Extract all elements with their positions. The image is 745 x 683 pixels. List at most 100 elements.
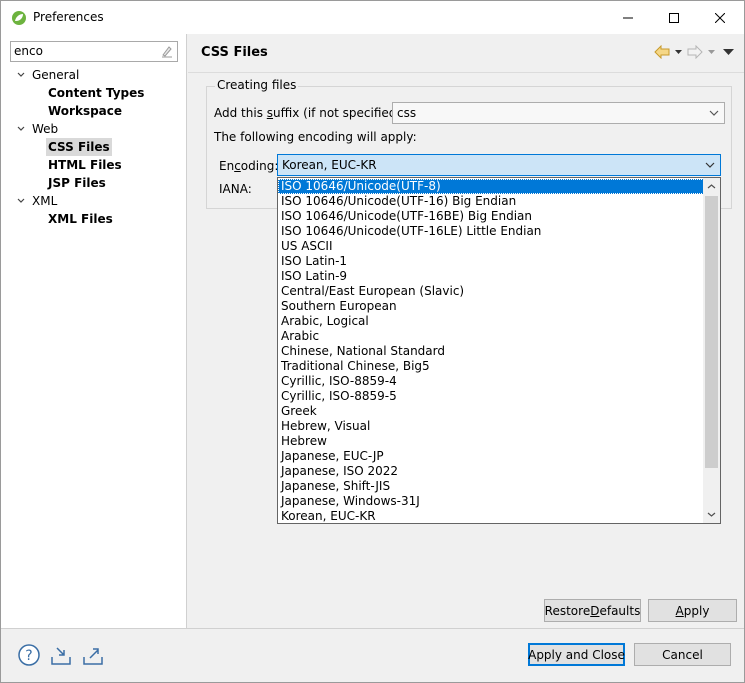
encoding-option[interactable]: Arabic	[278, 329, 704, 344]
encoding-option[interactable]: Southern European	[278, 299, 704, 314]
minimize-button[interactable]	[605, 1, 651, 34]
encoding-option[interactable]: Japanese, ISO 2022	[278, 464, 704, 479]
tree-item-label: Workspace	[48, 104, 123, 118]
maximize-button[interactable]	[651, 1, 697, 34]
apply-button[interactable]: Apply	[648, 599, 737, 622]
clear-filter-icon[interactable]	[160, 45, 173, 58]
import-icon[interactable]	[49, 643, 73, 667]
suffix-label: Add this suffix (if not specified):	[214, 106, 405, 120]
tree-item-label: XML	[32, 194, 58, 208]
encoding-label-part: oding:	[240, 159, 279, 173]
page-navigation	[654, 43, 736, 61]
scroll-down-button[interactable]	[703, 506, 720, 523]
cancel-button[interactable]: Cancel	[634, 643, 731, 666]
spring-leaf-icon	[12, 11, 26, 25]
tree-item-label: Web	[32, 122, 59, 136]
close-icon	[715, 12, 725, 23]
encoding-option[interactable]: ISO 10646/Unicode(UTF-16LE) Little Endia…	[278, 224, 704, 239]
tree-item-general[interactable]: General	[1, 66, 186, 84]
encoding-option[interactable]: Arabic, Logical	[278, 314, 704, 329]
button-label-part: Restore	[544, 603, 591, 618]
back-history-dropdown[interactable]	[674, 44, 683, 60]
encoding-option[interactable]: Traditional Chinese, Big5	[278, 359, 704, 374]
preferences-window: Preferences enco General Content Types W…	[0, 0, 745, 683]
help-icon[interactable]: ?	[17, 643, 41, 667]
tree-item-xml-files[interactable]: XML Files	[1, 210, 186, 228]
apply-and-close-button[interactable]: Apply and Close	[528, 643, 625, 666]
encoding-label-mnemonic: c	[234, 159, 241, 173]
back-arrow-icon	[654, 45, 670, 59]
button-label-mnemonic: A	[675, 603, 684, 618]
encoding-option[interactable]: Hebrew	[278, 434, 704, 449]
preference-tree-pane: enco General Content Types Workspace Web	[1, 34, 187, 628]
page-title: CSS Files	[201, 45, 268, 60]
footer-bar: ? Apply and Close Cancel	[1, 629, 744, 682]
encoding-option[interactable]: Cyrillic, ISO-8859-5	[278, 389, 704, 404]
suffix-select-value: css	[397, 106, 417, 120]
chevron-up-icon	[707, 184, 716, 189]
close-button[interactable]	[697, 1, 743, 34]
view-menu-button[interactable]	[720, 44, 736, 60]
back-button[interactable]	[654, 44, 670, 60]
encoding-select-value: Korean, EUC-KR	[282, 158, 377, 172]
encoding-option[interactable]: Central/East European (Slavic)	[278, 284, 704, 299]
dropdown-scrollbar[interactable]	[703, 178, 720, 523]
forward-button[interactable]	[687, 44, 703, 60]
encoding-note: The following encoding will apply:	[214, 130, 417, 144]
chevron-down-icon[interactable]	[15, 120, 27, 138]
encoding-label-part: En	[219, 159, 235, 173]
encoding-option[interactable]: Chinese, National Standard	[278, 344, 704, 359]
suffix-label-part: Add this	[214, 106, 267, 120]
encoding-option[interactable]: Japanese, Shift-JIS	[278, 479, 704, 494]
encoding-option[interactable]: Greek	[278, 404, 704, 419]
forward-arrow-icon	[687, 45, 703, 59]
encoding-select[interactable]: Korean, EUC-KR	[277, 154, 721, 176]
export-icon[interactable]	[81, 643, 105, 667]
encoding-option[interactable]: Hebrew, Visual	[278, 419, 704, 434]
encoding-option[interactable]: US ASCII	[278, 239, 704, 254]
restore-defaults-button[interactable]: Restore Defaults	[544, 599, 641, 622]
tree-item-label: CSS Files	[46, 138, 112, 156]
filter-input-value: enco	[14, 44, 43, 58]
encoding-option[interactable]: ISO Latin-9	[278, 269, 704, 284]
scroll-up-button[interactable]	[703, 178, 720, 195]
tree-item-web[interactable]: Web	[1, 120, 186, 138]
tree-item-html-files[interactable]: HTML Files	[1, 156, 186, 174]
tree-item-label: HTML Files	[48, 158, 122, 172]
tree-item-xml[interactable]: XML	[1, 192, 186, 210]
encoding-option[interactable]: ISO 10646/Unicode(UTF-16BE) Big Endian	[278, 209, 704, 224]
dropdown-triangle-icon	[675, 50, 682, 54]
chevron-down-icon[interactable]	[15, 66, 27, 84]
iana-label: IANA:	[219, 182, 252, 196]
chevron-down-icon[interactable]	[15, 192, 27, 210]
suffix-select[interactable]: css	[392, 102, 725, 124]
dropdown-triangle-icon	[708, 50, 715, 54]
window-title: Preferences	[33, 10, 104, 24]
suffix-label-part: uffix (if not specified):	[273, 106, 406, 120]
button-label-part: efaults	[599, 603, 641, 618]
encoding-option[interactable]: Cyrillic, ISO-8859-4	[278, 374, 704, 389]
encoding-dropdown-list[interactable]: ISO 10646/Unicode(UTF-8) ISO 10646/Unicod…	[277, 177, 721, 524]
tree-item-workspace[interactable]: Workspace	[1, 102, 186, 120]
tree-item-jsp-files[interactable]: JSP Files	[1, 174, 186, 192]
tree-item-label: JSP Files	[48, 176, 106, 190]
encoding-option[interactable]: Korean, EUC-KR	[278, 509, 704, 523]
forward-history-dropdown[interactable]	[707, 44, 716, 60]
svg-text:?: ?	[25, 648, 32, 664]
scrollbar-thumb[interactable]	[705, 196, 718, 468]
encoding-option[interactable]: ISO Latin-1	[278, 254, 704, 269]
tree-item-css-files[interactable]: CSS Files	[1, 138, 186, 156]
encoding-option[interactable]: Japanese, Windows-31J	[278, 494, 704, 509]
tree-item-content-types[interactable]: Content Types	[1, 84, 186, 102]
encoding-label: Encoding:	[219, 159, 278, 173]
chevron-down-icon	[707, 512, 716, 517]
encoding-option[interactable]: ISO 10646/Unicode(UTF-16) Big Endian	[278, 194, 704, 209]
title-separator	[188, 72, 744, 73]
chevron-down-icon	[709, 110, 719, 116]
encoding-option[interactable]: ISO 10646/Unicode(UTF-8)	[278, 179, 704, 194]
maximize-icon	[669, 12, 679, 23]
view-menu-icon	[722, 49, 734, 55]
filter-input[interactable]: enco	[10, 41, 178, 62]
encoding-option[interactable]: Japanese, EUC-JP	[278, 449, 704, 464]
group-title: Creating files	[215, 78, 299, 92]
